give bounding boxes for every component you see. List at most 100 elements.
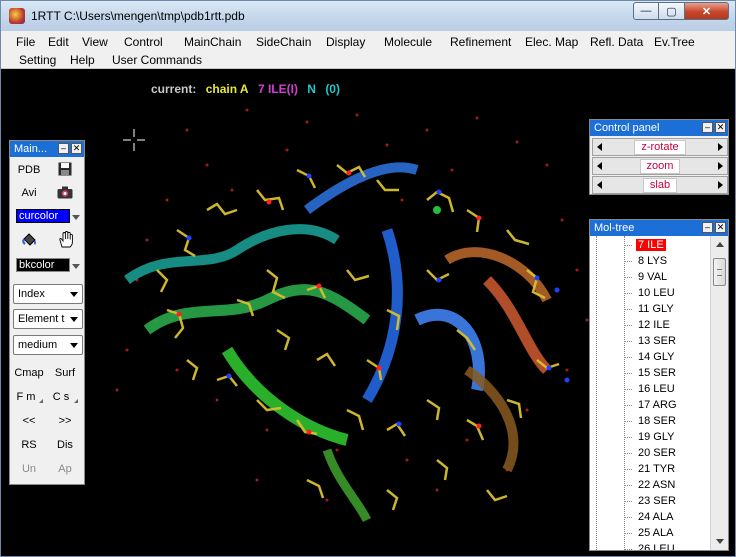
residue-tree-list[interactable]: 7 ILE 8 LYS 9 VAL 10 LEU 11 GLY 12 ILE 13 SER 1… [590, 236, 710, 550]
tree-residue-item[interactable]: 8 LYS [623, 253, 669, 269]
tree-residue-item[interactable]: 26 LEU [624, 541, 677, 550]
tree-residue-label: 16 LEU [638, 383, 675, 395]
tree-residue-item[interactable]: 25 ALA [623, 525, 675, 541]
tree-residue-item[interactable]: 17 ARG [624, 397, 679, 413]
menu-refl-data[interactable]: Refl. Data [590, 35, 643, 49]
tree-residue-item[interactable]: 18 SER [624, 413, 678, 429]
toolbar-row-nav: << >> [10, 410, 86, 432]
title-bar[interactable]: 1RTT C:\Users\mengen\tmp\pdb1rtt.pdb — ▢… [1, 1, 735, 31]
current-atom-status: current: chain A 7 ILE(I) N (0) [151, 82, 346, 96]
tree-residue-item[interactable]: 12 ILE [624, 317, 672, 333]
window-title: 1RTT C:\Users\mengen\tmp\pdb1rtt.pdb [31, 9, 245, 23]
zoom-decrease-icon[interactable] [597, 162, 602, 170]
menu-molecule[interactable]: Molecule [384, 35, 432, 49]
undo-button[interactable]: Un [13, 463, 45, 475]
surf-button[interactable]: Surf [49, 367, 81, 379]
mol-tree-scrollbar[interactable] [710, 236, 728, 550]
rs-button[interactable]: RS [13, 439, 45, 451]
cs-button[interactable]: C s [45, 391, 77, 403]
scroll-up-icon[interactable] [716, 242, 724, 247]
main-panel-titlebar[interactable]: Main... – ✕ [10, 141, 84, 157]
cmap-button[interactable]: Cmap [13, 367, 45, 379]
zoom-increase-icon[interactable] [718, 162, 723, 170]
next-button[interactable]: >> [49, 415, 81, 427]
menu-view[interactable]: View [82, 35, 108, 49]
hand-pan-icon[interactable] [58, 231, 74, 248]
tree-residue-item[interactable]: 7 ILE [624, 237, 666, 253]
tree-residue-item[interactable]: 15 SER [624, 365, 678, 381]
z-rotate-label[interactable]: z-rotate [634, 139, 686, 155]
tree-residue-item[interactable]: 10 LEU [624, 285, 677, 301]
bkcolor-dropdown-icon[interactable] [72, 264, 80, 269]
menu-help[interactable]: Help [70, 53, 95, 67]
main-panel-close-button[interactable]: ✕ [71, 143, 82, 154]
tree-residue-item[interactable]: 13 SER [624, 333, 678, 349]
mol-tree-close-button[interactable]: ✕ [715, 222, 726, 233]
main-panel-minimize-button[interactable]: – [58, 143, 69, 154]
minimize-button[interactable]: — [633, 2, 659, 20]
menu-refinement[interactable]: Refinement [450, 35, 511, 49]
tree-residue-label: 25 ALA [638, 527, 674, 539]
save-icon[interactable] [58, 162, 72, 176]
tree-residue-label: 26 LEU [638, 543, 675, 550]
tree-residue-item[interactable]: 16 LEU [624, 381, 677, 397]
tree-residue-item[interactable]: 9 VAL [623, 269, 669, 285]
curcolor-dropdown-icon[interactable] [72, 215, 80, 220]
camera-icon[interactable] [57, 186, 73, 199]
toolbar-row-avi: Avi [10, 182, 86, 204]
z-rotate-control: z-rotate [592, 138, 728, 156]
tree-residue-item[interactable]: 19 GLY [624, 429, 677, 445]
close-button[interactable]: ✕ [685, 2, 729, 20]
tree-residue-item[interactable]: 14 GLY [624, 349, 677, 365]
fm-button[interactable]: F m [10, 391, 42, 403]
tree-residue-item[interactable]: 11 GLY [624, 301, 676, 317]
maximize-button[interactable]: ▢ [659, 2, 685, 20]
control-panel-titlebar[interactable]: Control panel – ✕ [590, 120, 728, 136]
menu-setting[interactable]: Setting [19, 53, 56, 67]
control-panel-title: Control panel [594, 122, 660, 134]
control-panel-close-button[interactable]: ✕ [715, 122, 726, 133]
avi-button[interactable]: Avi [13, 187, 45, 199]
z-rotate-increase-icon[interactable] [718, 143, 723, 151]
menu-edit[interactable]: Edit [48, 35, 69, 49]
control-panel-minimize-button[interactable]: – [702, 122, 713, 133]
status-chain: chain A [205, 82, 249, 96]
menu-mainchain[interactable]: MainChain [184, 35, 241, 49]
status-prefix: current: [151, 82, 197, 96]
paint-bucket-icon[interactable] [22, 232, 38, 247]
menu-ev-tree[interactable]: Ev.Tree [654, 35, 695, 49]
tree-residue-label: 18 SER [638, 415, 676, 427]
current-color-box[interactable]: curcolor [16, 209, 70, 223]
menu-user-commands[interactable]: User Commands [112, 53, 202, 67]
app-window: 1RTT C:\Users\mengen\tmp\pdb1rtt.pdb — ▢… [0, 0, 736, 557]
tree-residue-item[interactable]: 24 ALA [623, 509, 675, 525]
slab-increase-icon[interactable] [718, 181, 723, 189]
mol-tree-minimize-button[interactable]: – [702, 222, 713, 233]
z-rotate-decrease-icon[interactable] [597, 143, 602, 151]
background-color-box[interactable]: bkcolor [16, 258, 70, 272]
size-value: medium [18, 339, 58, 351]
tree-residue-item[interactable]: 23 SER [624, 493, 678, 509]
menu-elec-map[interactable]: Elec. Map [525, 35, 578, 49]
scroll-down-icon[interactable] [716, 539, 724, 544]
label-mode-select[interactable]: Index [13, 284, 83, 304]
slab-label[interactable]: slab [642, 177, 678, 193]
menu-sidechain[interactable]: SideChain [256, 35, 311, 49]
pdb-button[interactable]: PDB [13, 164, 45, 176]
previous-button[interactable]: << [13, 415, 45, 427]
tree-residue-item[interactable]: 21 TYR [623, 461, 677, 477]
apply-button[interactable]: Ap [49, 463, 81, 475]
mol-tree-titlebar[interactable]: Mol-tree – ✕ [590, 220, 728, 236]
slab-decrease-icon[interactable] [597, 181, 602, 189]
tree-residue-item[interactable]: 20 SER [624, 445, 678, 461]
menu-control[interactable]: Control [124, 35, 163, 49]
size-select[interactable]: medium [13, 335, 83, 355]
zoom-label[interactable]: zoom [639, 158, 681, 174]
dis-button[interactable]: Dis [49, 439, 81, 451]
toolbar-row-undo: Un Ap [10, 458, 86, 480]
tree-residue-item[interactable]: 22 ASN [623, 477, 677, 493]
menu-file[interactable]: File [16, 35, 35, 49]
element-type-select[interactable]: Element t [13, 309, 83, 329]
scroll-thumb[interactable] [713, 258, 726, 286]
menu-display[interactable]: Display [326, 35, 365, 49]
